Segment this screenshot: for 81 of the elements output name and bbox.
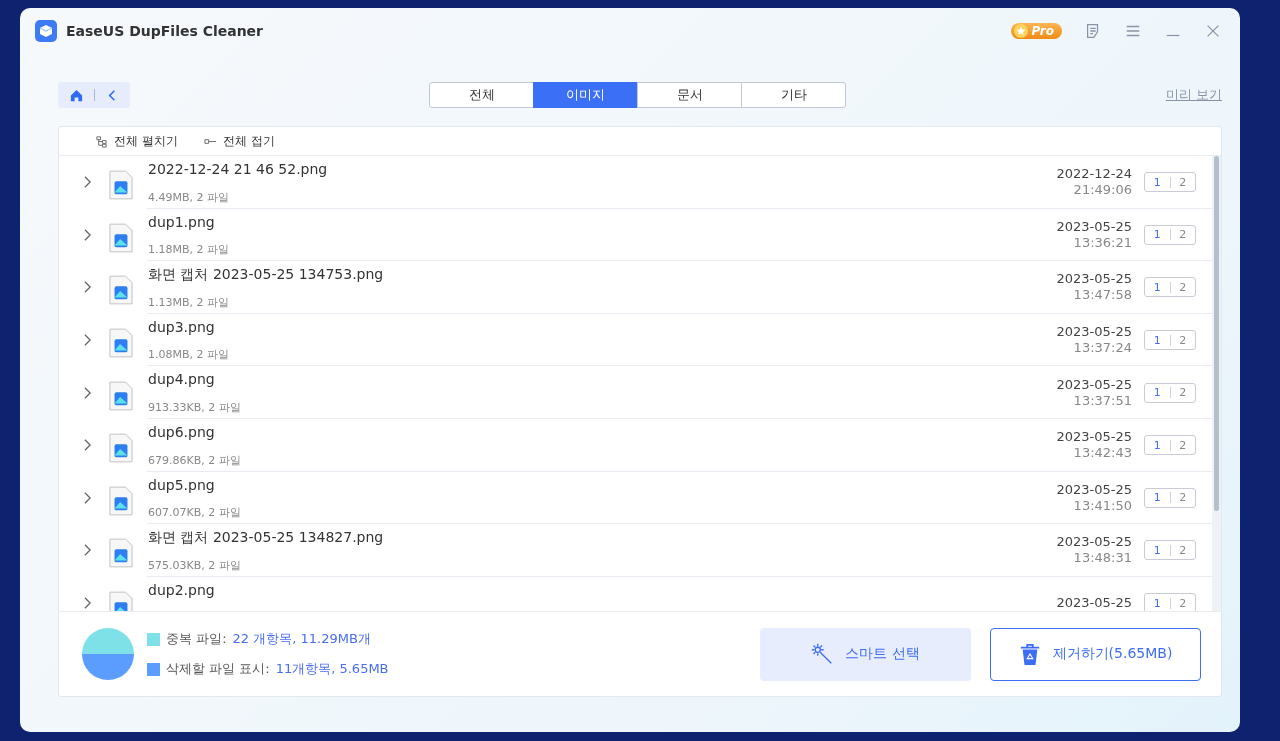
legend-label: 삭제할 파일 표시: [166, 660, 270, 678]
file-size: 607.07KB, 2 파일 [148, 505, 242, 521]
file-size: 913.33KB, 2 파일 [148, 399, 242, 415]
file-date: 2023-05-25 [1056, 271, 1132, 288]
file-date: 2023-05-25 [1056, 534, 1132, 551]
pie-chart [81, 627, 135, 681]
category-tab[interactable]: 문서 [637, 82, 742, 108]
legend-value: 22 개항목, 11.29MB개 [232, 630, 371, 648]
duplicate-count-badge[interactable]: 1 2 [1144, 435, 1196, 456]
file-size: 679.86KB, 2 파일 [148, 452, 242, 468]
collapse-all-button[interactable]: 전체 접기 [203, 132, 275, 150]
expand-chevron-icon[interactable] [83, 175, 92, 190]
image-file-icon [109, 222, 133, 253]
file-name: dup1.png [148, 213, 216, 230]
file-name: 2022-12-24 21 46 52.png [148, 161, 329, 177]
image-file-icon [109, 275, 133, 306]
file-time: 13:36:21 [1073, 234, 1132, 251]
category-tab[interactable]: 전체 [429, 82, 534, 108]
file-time: 13:37:24 [1073, 340, 1132, 357]
window-title: EaseUS DupFiles Cleaner [66, 23, 264, 39]
star-icon [1014, 24, 1029, 38]
image-file-icon [109, 433, 133, 464]
duplicate-count-badge[interactable]: 1 2 [1144, 172, 1196, 193]
file-time: 13:41:50 [1073, 497, 1132, 514]
file-date: 2023-05-25 [1056, 376, 1132, 393]
file-size: 1.08MB, 2 파일 [148, 347, 231, 363]
category-tab[interactable]: 기타 [741, 82, 846, 108]
file-size: 1.13MB, 2 파일 [148, 294, 231, 310]
tree-icon [95, 134, 108, 148]
file-name: dup3.png [148, 318, 216, 335]
image-file-icon [109, 538, 133, 569]
expand-chevron-icon[interactable] [83, 438, 92, 453]
file-date: 2022-12-24 [1056, 166, 1132, 183]
file-name: dup2.png [148, 581, 216, 598]
expand-chevron-icon[interactable] [83, 280, 92, 295]
recycle-bin-icon [1018, 642, 1041, 666]
app-logo-icon [34, 19, 58, 43]
file-name: dup4.png [148, 371, 216, 388]
expand-chevron-icon[interactable] [83, 596, 92, 611]
expand-chevron-icon[interactable] [83, 543, 92, 558]
duplicate-count-badge[interactable]: 1 2 [1144, 593, 1196, 611]
image-file-icon [109, 380, 133, 411]
image-file-icon [109, 328, 133, 359]
preview-link[interactable]: 미리 보기 [1165, 86, 1222, 104]
duplicate-count-badge[interactable]: 1 2 [1144, 224, 1196, 245]
expand-chevron-icon[interactable] [83, 333, 92, 348]
expand-chevron-icon[interactable] [83, 227, 92, 242]
smart-select-button[interactable]: 스마트 선택 [760, 627, 971, 681]
file-name: 화면 캡처 2023-05-25 134827.png [148, 529, 385, 548]
file-time: 13:42:43 [1073, 445, 1132, 462]
duplicate-count-badge[interactable]: 1 2 [1144, 382, 1196, 403]
legend-value: 11개항목, 5.65MB [275, 660, 389, 678]
legend-label: 중복 파일: [166, 630, 227, 648]
remove-button[interactable]: 제거하기(5.65MB) [990, 627, 1201, 681]
expand-all-button[interactable]: 전체 펼치기 [95, 132, 178, 150]
file-time: 13:37:51 [1073, 392, 1132, 409]
file-date: 2023-05-25 [1056, 429, 1132, 446]
file-time: 13:48:31 [1073, 550, 1132, 567]
file-name: 화면 캡처 2023-05-25 134753.png [148, 266, 385, 285]
expand-chevron-icon[interactable] [83, 385, 92, 400]
file-name: dup6.png [148, 423, 216, 440]
home-icon[interactable] [68, 87, 84, 103]
duplicate-count-badge[interactable]: 1 2 [1144, 487, 1196, 508]
file-date: 2023-05-25 [1056, 595, 1132, 611]
duplicate-count-badge[interactable]: 1 2 [1144, 330, 1196, 351]
file-date: 2023-05-25 [1056, 481, 1132, 498]
category-tab[interactable]: 이미지 [533, 82, 638, 108]
file-date: 2023-05-25 [1056, 218, 1132, 235]
expand-chevron-icon[interactable] [83, 490, 92, 505]
file-name: dup5.png [148, 476, 216, 493]
file-date: 2023-05-25 [1056, 324, 1132, 341]
file-size: 1.18MB, 2 파일 [148, 242, 231, 258]
file-time: 13:47:58 [1073, 287, 1132, 304]
duplicate-count-badge[interactable]: 1 2 [1144, 277, 1196, 298]
file-time: 21:49:06 [1073, 182, 1132, 199]
file-size: 575.03KB, 2 파일 [148, 557, 242, 573]
file-size: 4.49MB, 2 파일 [148, 189, 231, 205]
image-file-icon [109, 170, 133, 201]
magic-wand-icon [811, 642, 834, 666]
image-file-icon [109, 485, 133, 516]
duplicate-count-badge[interactable]: 1 2 [1144, 540, 1196, 561]
